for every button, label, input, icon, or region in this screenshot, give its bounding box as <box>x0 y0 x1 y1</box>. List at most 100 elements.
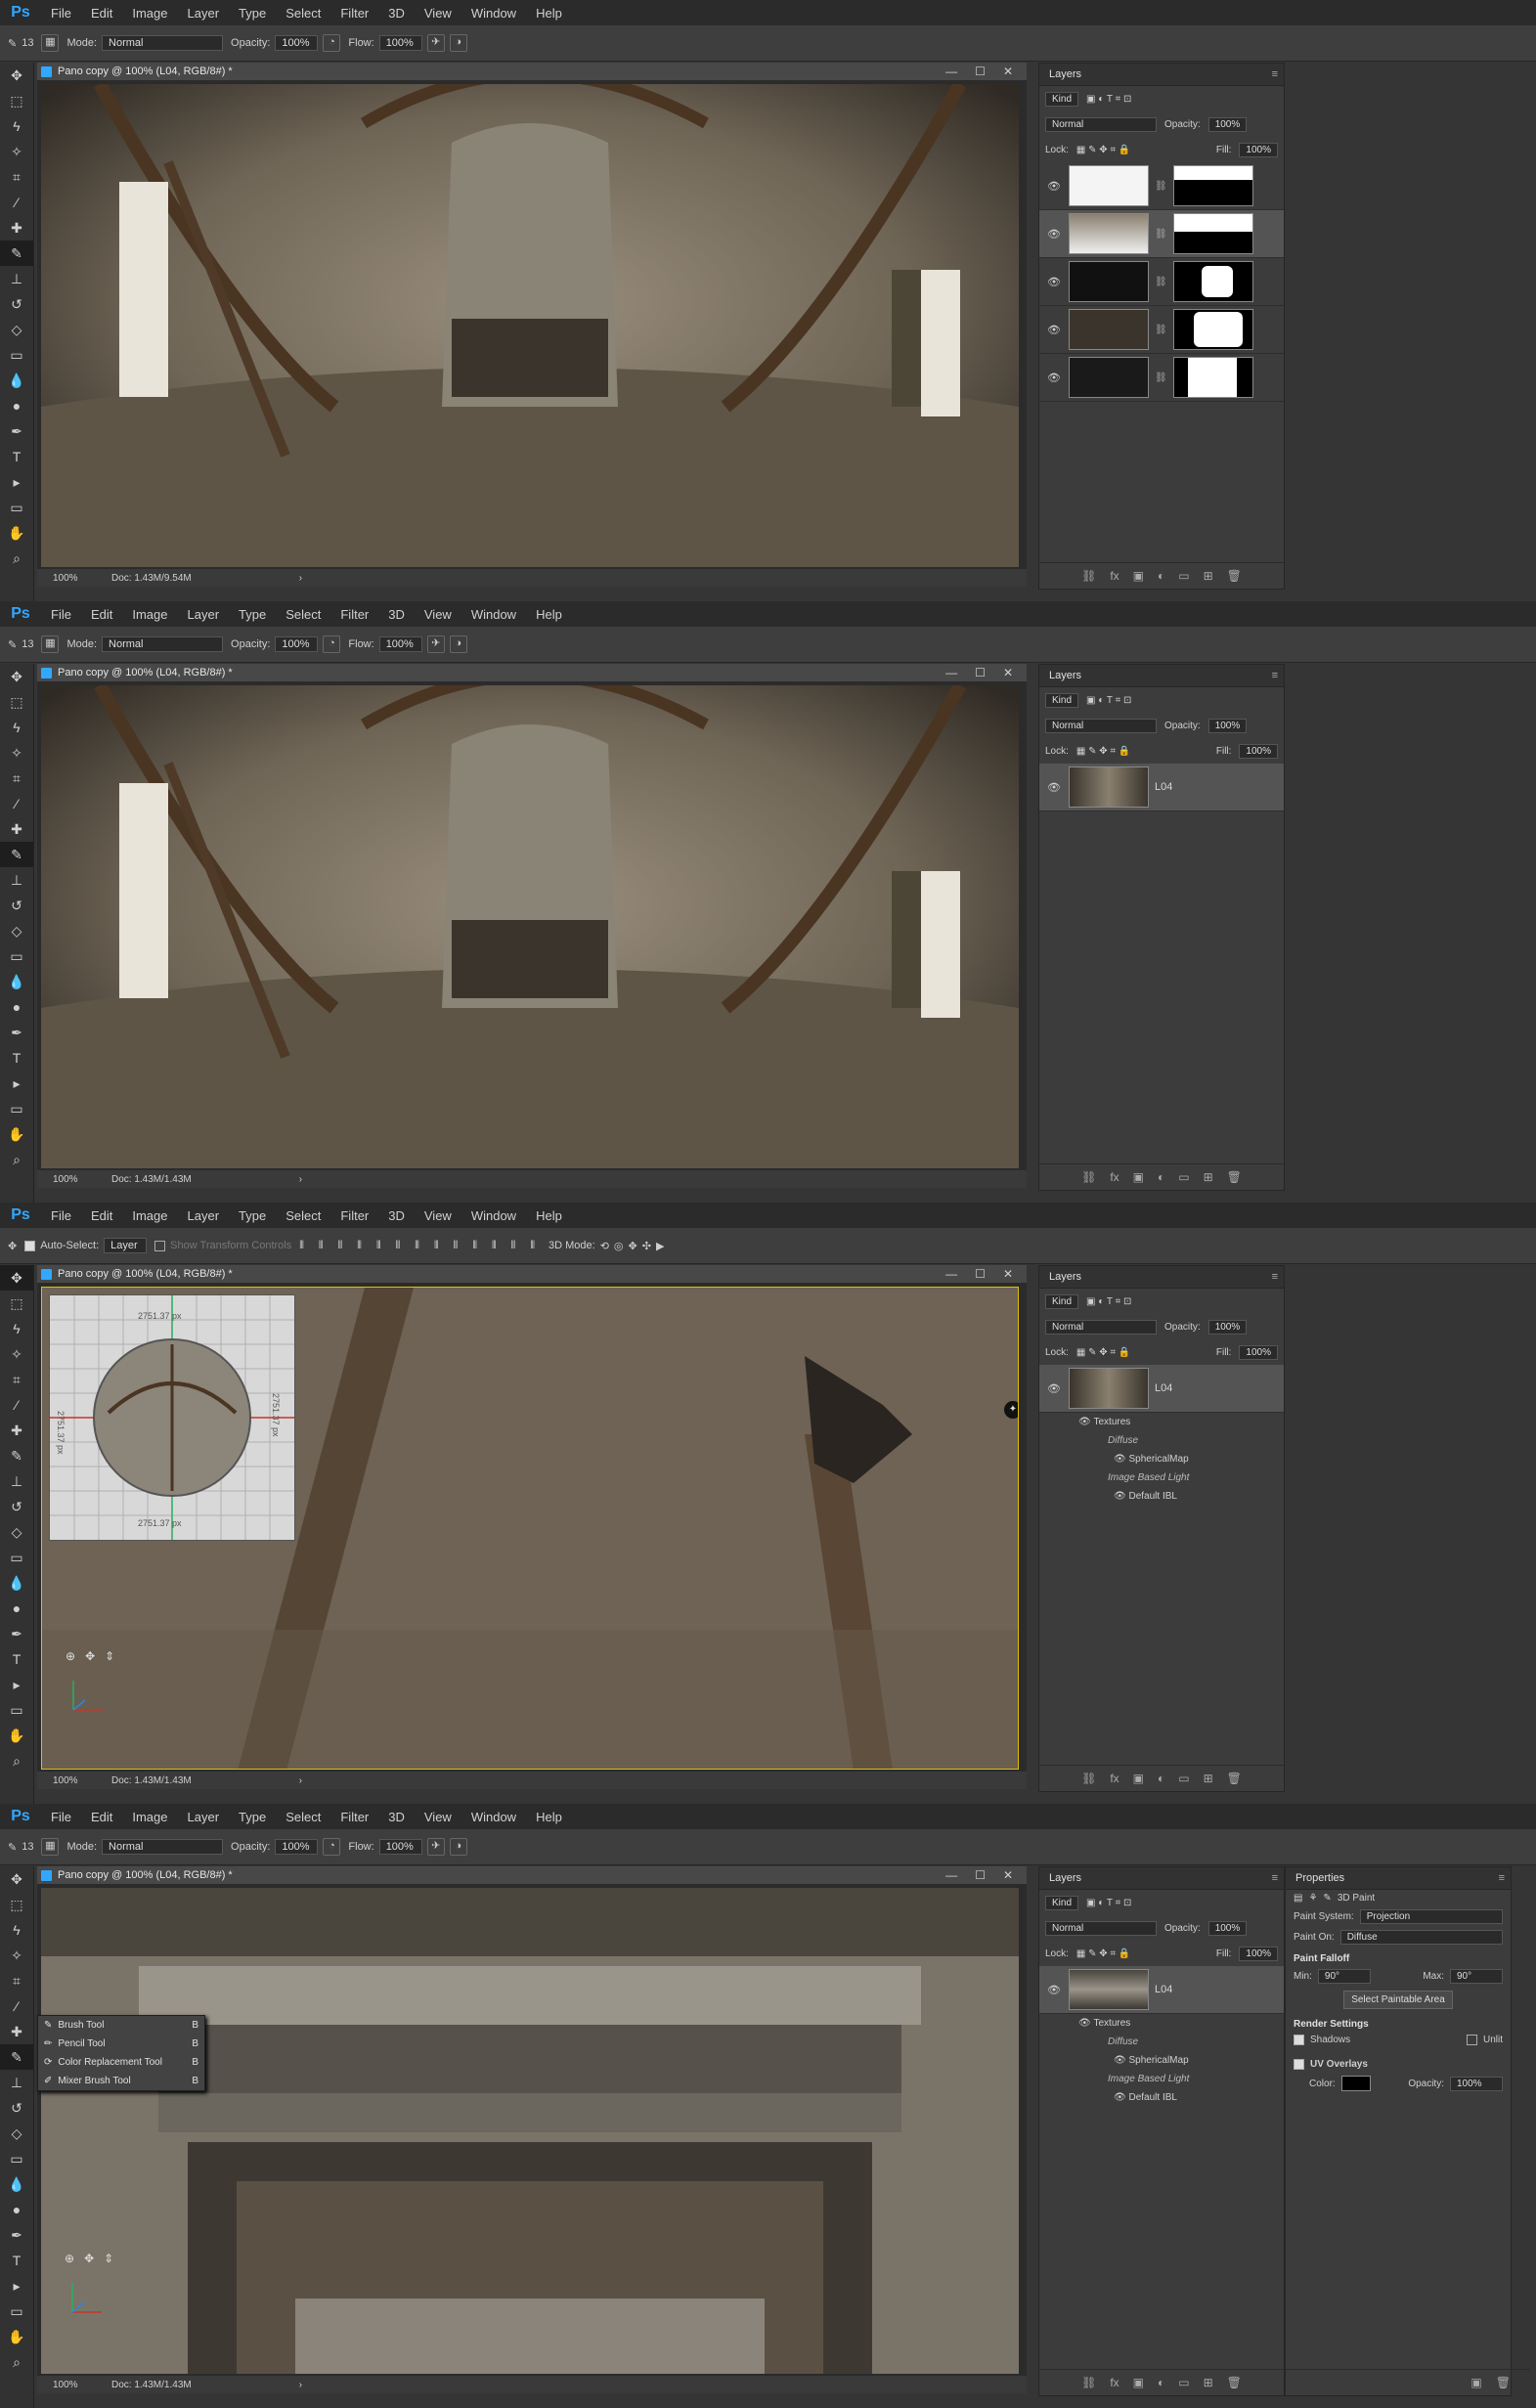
gradient-tool-icon[interactable]: ▭ <box>0 2146 33 2171</box>
layer-fill[interactable]: 100% <box>1239 1344 1278 1360</box>
crop-tool-icon[interactable]: ⌗ <box>0 164 33 190</box>
new-layer-icon[interactable]: ⊞ <box>1204 569 1213 583</box>
shape-tool-icon[interactable]: ▭ <box>0 1697 33 1723</box>
adjustment-icon[interactable]: ◐ <box>1158 1772 1164 1785</box>
add-mask-icon[interactable]: ▣ <box>1133 2376 1144 2389</box>
textures-label[interactable]: Textures <box>1093 1417 1130 1427</box>
brush-preset-picker[interactable]: ✎ 13 <box>8 1841 33 1854</box>
type-tool-icon[interactable]: T <box>0 1045 33 1071</box>
blur-tool-icon[interactable]: 💧 <box>0 2171 33 2197</box>
document-tab[interactable]: Pano copy @ 100% (L04, RGB/8#) * — ☐ ✕ <box>37 1866 1027 1884</box>
eye-icon[interactable]: 👁 <box>1047 781 1063 794</box>
layer-opacity[interactable]: 100% <box>1207 1920 1248 1936</box>
flyout-brush-tool[interactable]: ✎ Brush Tool B <box>38 2016 204 2035</box>
render-icon[interactable]: ▣ <box>1470 2376 1481 2389</box>
status-arrow-icon[interactable]: › <box>299 573 302 584</box>
history-brush-tool-icon[interactable]: ↺ <box>0 2095 33 2121</box>
menu-window[interactable]: Window <box>461 1208 526 1223</box>
menu-edit[interactable]: Edit <box>81 607 122 622</box>
uv-opacity-input[interactable]: 100% <box>1450 2076 1503 2091</box>
menu-type[interactable]: Type <box>229 1810 276 1824</box>
panel-menu-icon[interactable]: ≡ <box>1272 1872 1278 1884</box>
eyedropper-tool-icon[interactable]: ⁄ <box>0 1392 33 1418</box>
align-icons[interactable]: ⫴ ⫴ ⫴ ⫴ ⫴ ⫴ ⫴ ⫴ ⫴ ⫴ ⫴ ⫴ ⫴ <box>299 1240 541 1252</box>
menu-filter[interactable]: Filter <box>330 6 378 21</box>
spherical-map-eye-icon[interactable]: 👁 <box>1114 2055 1126 2066</box>
brush-tool-icon[interactable]: ✎ <box>0 1443 33 1468</box>
trash-icon[interactable]: 🗑 <box>1227 2376 1242 2389</box>
menu-view[interactable]: View <box>415 6 461 21</box>
lasso-tool-icon[interactable]: ϟ <box>0 1917 33 1943</box>
lock-icons[interactable]: ▦ ✎ ✥ ⌗ 🔒 <box>1076 746 1130 757</box>
dodge-tool-icon[interactable]: ● <box>0 393 33 418</box>
canvas-3d-view[interactable]: ⊕ ✥ ⇕ <box>41 1888 1019 2374</box>
healing-tool-icon[interactable]: ✚ <box>0 2019 33 2044</box>
paint-system-select[interactable]: Projection <box>1359 1909 1503 1924</box>
eye-icon[interactable]: 👁 <box>1047 180 1063 193</box>
minimize-icon[interactable]: — <box>945 1267 957 1281</box>
gradient-tool-icon[interactable]: ▭ <box>0 1545 33 1570</box>
hand-tool-icon[interactable]: ✋ <box>0 520 33 546</box>
minimize-icon[interactable]: — <box>945 666 957 679</box>
add-mask-icon[interactable]: ▣ <box>1133 1772 1144 1785</box>
eye-icon[interactable]: 👁 <box>1047 1984 1063 1996</box>
maximize-icon[interactable]: ☐ <box>975 666 986 679</box>
layers-panel-title[interactable]: Layers <box>1049 68 1081 80</box>
history-brush-tool-icon[interactable]: ↺ <box>0 893 33 918</box>
link-layers-icon[interactable]: ⛓ <box>1081 569 1096 583</box>
layers-panel-title[interactable]: Layers <box>1049 1271 1081 1283</box>
stamp-tool-icon[interactable]: ⊥ <box>0 1468 33 1494</box>
marquee-tool-icon[interactable]: ⬚ <box>0 1892 33 1917</box>
link-layers-icon[interactable]: ⛓ <box>1081 1772 1096 1785</box>
menu-edit[interactable]: Edit <box>81 6 122 21</box>
spherical-map-label[interactable]: SphericalMap <box>1128 2055 1188 2066</box>
canvas-panorama[interactable] <box>41 685 1019 1168</box>
quick-select-tool-icon[interactable]: ✧ <box>0 1341 33 1367</box>
panel-menu-icon[interactable]: ≡ <box>1272 670 1278 681</box>
lasso-tool-icon[interactable]: ϟ <box>0 715 33 740</box>
spherical-map-eye-icon[interactable]: 👁 <box>1114 1454 1126 1465</box>
layer-name[interactable]: L04 <box>1155 781 1172 793</box>
menu-edit[interactable]: Edit <box>81 1810 122 1824</box>
type-tool-icon[interactable]: T <box>0 2248 33 2273</box>
eraser-tool-icon[interactable]: ◇ <box>0 918 33 943</box>
default-ibl-eye-icon[interactable]: 👁 <box>1114 1491 1126 1502</box>
3d-scale-icon[interactable]: ▶ <box>656 1240 664 1252</box>
lock-icons[interactable]: ▦ ✎ ✥ ⌗ 🔒 <box>1076 1948 1130 1959</box>
document-tab[interactable]: Pano copy @ 100% (L04, RGB/8#) * — ☐ ✕ <box>37 63 1027 80</box>
marquee-tool-icon[interactable]: ⬚ <box>0 88 33 113</box>
menu-layer[interactable]: Layer <box>178 1810 230 1824</box>
lock-icons[interactable]: ▦ ✎ ✥ ⌗ 🔒 <box>1076 145 1130 155</box>
menu-type[interactable]: Type <box>229 607 276 622</box>
3d-rotate-icon[interactable]: ⟲ <box>600 1240 609 1252</box>
document-tab[interactable]: Pano copy @ 100% (L04, RGB/8#) * — ☐ ✕ <box>37 664 1027 681</box>
group-icon[interactable]: ▭ <box>1178 1772 1189 1785</box>
layer-mask[interactable] <box>1172 357 1253 398</box>
move-tool-icon[interactable]: ✥ <box>0 63 33 88</box>
move-tool-icon[interactable]: ✥ <box>0 664 33 689</box>
layer-opacity[interactable]: 100% <box>1207 1319 1248 1335</box>
canvas-3d-view[interactable]: 2751.37 px 2751.37 px 2751.37 px 2751.37… <box>41 1287 1019 1770</box>
menu-3d[interactable]: 3D <box>378 6 415 21</box>
textures-label[interactable]: Textures <box>1093 2018 1130 2029</box>
textures-eye-icon[interactable]: 👁 <box>1078 1417 1091 1427</box>
history-brush-tool-icon[interactable]: ↺ <box>0 1494 33 1519</box>
adjustment-icon[interactable]: ◐ <box>1158 1170 1164 1184</box>
adjustment-icon[interactable]: ◐ <box>1158 2376 1164 2389</box>
eye-icon[interactable]: 👁 <box>1047 276 1063 288</box>
mode-select[interactable]: Normal <box>102 636 224 652</box>
opacity-input[interactable]: 100% <box>275 1839 319 1855</box>
shape-tool-icon[interactable]: ▭ <box>0 1096 33 1121</box>
flow-input[interactable]: 100% <box>378 35 422 51</box>
menu-filter[interactable]: Filter <box>330 1810 378 1824</box>
max-angle-input[interactable]: 90° <box>1450 1969 1503 1984</box>
eye-icon[interactable]: 👁 <box>1047 1382 1063 1395</box>
menu-layer[interactable]: Layer <box>178 6 230 21</box>
group-icon[interactable]: ▭ <box>1178 1170 1189 1184</box>
pressure-size-icon[interactable]: ◑ <box>449 34 467 52</box>
move-tool-preset[interactable]: ✥ <box>8 1240 17 1252</box>
eye-icon[interactable]: 👁 <box>1047 372 1063 384</box>
auto-select-checkbox[interactable] <box>24 1240 36 1251</box>
fx-icon[interactable]: fx <box>1110 1170 1119 1184</box>
pen-tool-icon[interactable]: ✒ <box>0 1621 33 1646</box>
